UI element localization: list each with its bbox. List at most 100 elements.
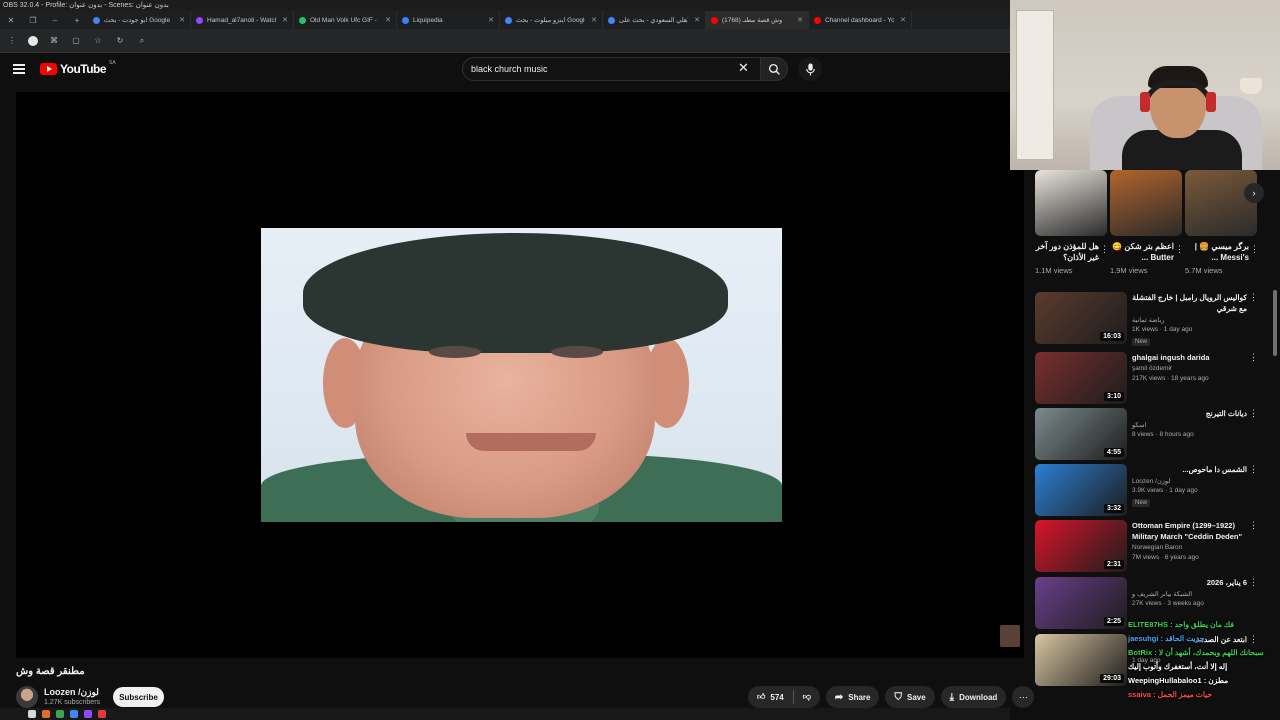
more-options-icon[interactable]: ⋮ <box>1249 352 1258 363</box>
video-thumbnail[interactable]: 4:55 <box>1035 408 1127 460</box>
short-title[interactable]: اعظم بتر شكن 😋 Butter ... <box>1110 241 1182 263</box>
video-title-link[interactable]: 6 يناير، 2026 <box>1132 577 1247 588</box>
recommended-video[interactable]: 4:55 ديانات التيرنج اسكو 8 views · 8 hours … <box>1035 408 1260 460</box>
more-options-icon[interactable]: ⋮ <box>1100 244 1109 255</box>
channel-name-link[interactable]: Loozen /لوزن <box>1132 477 1170 485</box>
channel-name-link[interactable]: اسكو <box>1132 421 1146 429</box>
recommended-video[interactable]: 2:31 Ottoman Empire (1299–1922) Military … <box>1035 520 1260 572</box>
browser-tab[interactable]: اينزو ميلوت - بحث Google ✕ <box>500 11 603 29</box>
video-thumbnail[interactable]: 16:03 <box>1035 292 1127 344</box>
channel-name[interactable]: Loozen /لوزن <box>44 687 99 698</box>
more-options-icon[interactable]: ⋮ <box>1249 292 1258 303</box>
more-options-icon[interactable]: ⋮ <box>1175 244 1184 255</box>
video-title-link[interactable]: الشمس دا ماحوص... <box>1132 464 1247 475</box>
search-button[interactable] <box>760 57 788 81</box>
taskbar-app-icon[interactable] <box>42 710 50 718</box>
video-meta: 27K views · 3 weeks ago <box>1132 600 1204 607</box>
voice-search-button[interactable] <box>798 57 822 81</box>
subscribe-button[interactable]: Subscribe <box>113 687 164 707</box>
share-button[interactable]: ➦ Share <box>825 686 880 708</box>
chat-message: jaesuhgi : جريت الحاقد <box>1128 634 1205 643</box>
bookmark-icon: ⛉ <box>894 691 902 703</box>
new-tab-icon[interactable]: + <box>66 11 88 29</box>
more-options-icon[interactable]: ⋮ <box>1249 577 1258 588</box>
channel-avatar[interactable] <box>16 686 38 708</box>
short-card[interactable]: هل للمؤذن دور آخر غير الأذان؟ 1.1M views ⋮ <box>1035 170 1109 275</box>
thumbs-up-icon: 👍︎ <box>757 692 766 701</box>
video-meta: 217K views · 18 years ago <box>1132 375 1209 382</box>
more-options-icon[interactable]: ⋮ <box>1250 244 1259 255</box>
browser-tab[interactable]: ابو جودت - بحث Google ✕ <box>88 11 191 29</box>
video-thumbnail[interactable]: 3:10 <box>1035 352 1127 404</box>
browser-tab[interactable]: Old Man Volk Ufc GIF - Gi ✕ <box>294 11 397 29</box>
recommended-video[interactable]: 16:03 كواليس الرويال رامبل | خارج الفتشلة… <box>1035 292 1260 346</box>
short-thumbnail[interactable] <box>1035 170 1107 236</box>
short-card[interactable]: اعظم بتر شكن 😋 Butter ... 1.9M views ⋮ <box>1110 170 1184 275</box>
search-input[interactable]: black church music <box>462 57 762 81</box>
taskbar-app-icon[interactable] <box>84 710 92 718</box>
menu-dots-icon[interactable]: ⋮ <box>6 35 18 47</box>
video-title-link[interactable]: Ottoman Empire (1299–1922) Military Marc… <box>1132 520 1247 542</box>
video-title-link[interactable]: ديانات التيرنج <box>1132 408 1247 419</box>
tab-search-icon[interactable]: ▢ <box>70 35 82 47</box>
minimize-icon[interactable]: – <box>44 11 66 29</box>
close-tab-icon[interactable]: ✕ <box>179 16 185 24</box>
channel-name-link[interactable]: رياضة ثمانية <box>1132 316 1165 324</box>
close-tab-icon[interactable]: ✕ <box>900 16 906 24</box>
browser-tab-label: Channel dashboard - You <box>825 16 895 24</box>
shelf-next-button[interactable]: › <box>1244 183 1264 203</box>
channel-name-link[interactable]: الشبكة بيانر الشريف و <box>1132 590 1192 598</box>
video-thumbnail[interactable]: 2:31 <box>1035 520 1127 572</box>
profile-icon[interactable] <box>28 35 38 46</box>
dislike-button[interactable]: 👎︎ <box>794 692 820 702</box>
more-options-icon[interactable]: ⋮ <box>1249 408 1258 419</box>
youtube-logo[interactable]: YouTube SA <box>40 60 116 76</box>
close-tab-icon[interactable]: ✕ <box>694 16 700 24</box>
more-options-icon[interactable]: ⋮ <box>1249 464 1258 475</box>
extensions-icon[interactable]: ⌘ <box>48 35 60 47</box>
recommended-video[interactable]: 3:10 ghalgai ingush darida şamil özdemir 21… <box>1035 352 1260 404</box>
browser-tab[interactable]: (1768) وش قصة مطنـ ✕ <box>706 11 809 29</box>
video-thumbnail[interactable]: 3:32 <box>1035 464 1127 516</box>
save-button[interactable]: ⛉ Save <box>885 686 935 708</box>
clear-search-icon[interactable]: ✕ <box>738 61 749 75</box>
short-thumbnail[interactable] <box>1185 170 1257 236</box>
close-tab-icon[interactable]: ✕ <box>488 16 494 24</box>
more-actions-button[interactable]: ⋯ <box>1012 686 1035 708</box>
taskbar-app-icon[interactable] <box>70 710 78 718</box>
more-options-icon[interactable]: ⋮ <box>1249 520 1258 531</box>
video-title-link[interactable]: كواليس الرويال رامبل | خارج الفتشلة مع ش… <box>1132 292 1247 314</box>
hamburger-menu-icon[interactable] <box>13 64 25 74</box>
taskbar-app-icon[interactable] <box>56 710 64 718</box>
taskbar-app-icon[interactable] <box>28 710 36 718</box>
short-thumbnail[interactable] <box>1110 170 1182 236</box>
browser-tab[interactable]: Hamad_al7anoti - Watch ✕ <box>191 11 294 29</box>
video-title-link[interactable]: ghalgai ingush darida <box>1132 352 1247 363</box>
close-tab-icon[interactable]: ✕ <box>385 16 391 24</box>
channel-name-link[interactable]: şamil özdemir <box>1132 365 1172 372</box>
close-tab-icon[interactable]: ✕ <box>797 16 803 24</box>
close-tab-icon[interactable]: ✕ <box>591 16 597 24</box>
zoom-icon[interactable]: ⌕ <box>136 35 148 47</box>
close-tab-icon[interactable]: ✕ <box>282 16 288 24</box>
video-thumbnail[interactable]: 2:25 <box>1035 577 1127 629</box>
channel-name-link[interactable]: Norwegian Baron <box>1132 544 1182 551</box>
download-button[interactable]: ⤓ Download <box>940 686 1007 708</box>
bookmark-star-icon[interactable]: ☆ <box>92 35 104 47</box>
reload-icon[interactable]: ↻ <box>114 35 126 47</box>
sidebar-scrollbar[interactable] <box>1273 290 1277 356</box>
short-title[interactable]: برگر ميسي 🍔 | Messi's ... <box>1185 241 1257 263</box>
taskbar-app-icon[interactable] <box>98 710 106 718</box>
share-label: Share <box>848 692 871 702</box>
chat-message: ELITE87HS : فك مان يطلق واحد <box>1128 620 1234 629</box>
video-thumbnail[interactable]: 29:03 <box>1035 634 1127 686</box>
browser-tab[interactable]: الاهلي السعودي - بحث على ✕ <box>603 11 706 29</box>
restore-icon[interactable]: ❐ <box>22 11 44 29</box>
recommended-video[interactable]: 3:32 الشمس دا ماحوص... Loozen /لوزن 3.9K vi… <box>1035 464 1260 516</box>
browser-tab[interactable]: Liquipedia ✕ <box>397 11 500 29</box>
close-window-icon[interactable]: ✕ <box>0 11 22 29</box>
browser-tab[interactable]: Channel dashboard - You ✕ <box>809 11 912 29</box>
video-player[interactable] <box>16 92 1024 658</box>
like-button[interactable]: 👍︎ 574 <box>748 692 793 702</box>
short-title[interactable]: هل للمؤذن دور آخر غير الأذان؟ <box>1035 241 1107 263</box>
